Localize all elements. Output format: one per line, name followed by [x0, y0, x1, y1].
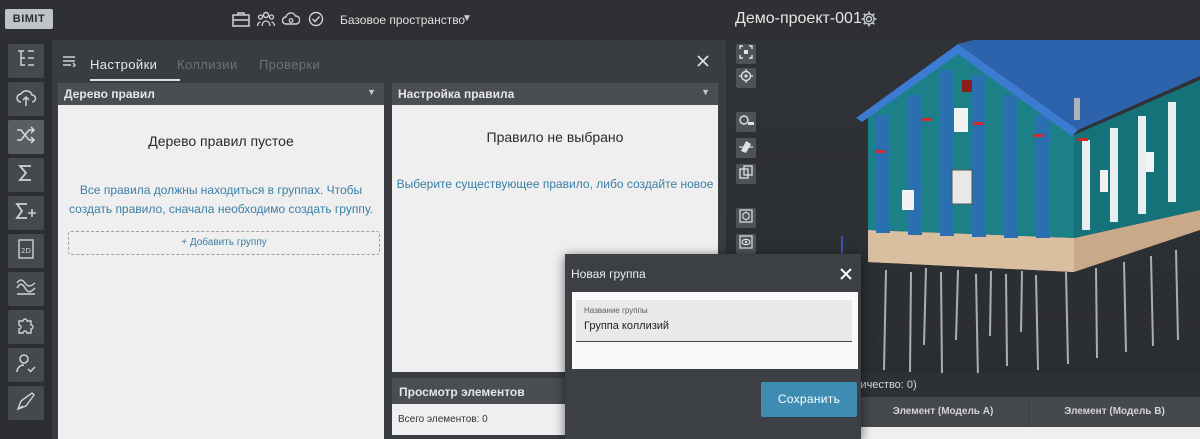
- rules-tree-pane: Дерево правил пустое Все правила должны …: [58, 105, 384, 439]
- section-plane-button[interactable]: [736, 138, 756, 158]
- cloud-settings-icon[interactable]: [282, 11, 300, 27]
- sidebar-item-rules-tree[interactable]: [8, 44, 44, 78]
- sidebar-item-2d[interactable]: 2D: [8, 234, 44, 268]
- cube-icon: [739, 208, 753, 228]
- rules-tree-header[interactable]: Дерево правил ▼: [58, 83, 384, 105]
- workspace-selector[interactable]: Базовое пространство: [340, 13, 465, 27]
- cloud-upload-icon: [15, 86, 37, 113]
- new-group-dialog: Новая группа Название группы Группа колл…: [565, 254, 861, 439]
- fit-view-button[interactable]: [736, 44, 756, 64]
- chevron-down-icon[interactable]: ▼: [462, 13, 472, 24]
- app-logo[interactable]: BIMIT: [5, 9, 53, 29]
- cube-view-button[interactable]: [736, 208, 756, 228]
- results-table-body: [858, 427, 1200, 439]
- column-element-model-b[interactable]: Элемент (Модель В): [1028, 397, 1200, 427]
- project-title: Демо-проект-001: [735, 10, 862, 27]
- tab-collisions[interactable]: Коллизии: [177, 57, 238, 72]
- rule-settings-header[interactable]: Настройка правила ▼: [392, 83, 718, 105]
- section-plane-icon: [739, 139, 753, 158]
- rule-settings-empty-title: Правило не выбрано: [486, 129, 624, 145]
- pencil-measure-icon: [15, 390, 37, 417]
- fit-view-icon: [739, 44, 753, 64]
- sidebar-item-collisions[interactable]: [8, 120, 44, 154]
- close-icon[interactable]: [839, 267, 853, 286]
- chevron-down-icon[interactable]: ▼: [367, 87, 376, 97]
- briefcase-icon[interactable]: [232, 11, 250, 27]
- rule-settings-header-label: Настройка правила: [398, 87, 515, 101]
- section-box-icon: [739, 164, 753, 184]
- shuffle-icon: [15, 124, 37, 151]
- column-element-model-a[interactable]: Элемент (Модель А): [858, 397, 1028, 427]
- users-icon[interactable]: [257, 11, 275, 27]
- tab-settings[interactable]: Настройки: [90, 57, 157, 72]
- sigma-plus-icon: [14, 200, 38, 227]
- collision-count: личество: 0): [854, 379, 917, 391]
- wave-chart-icon: [15, 276, 37, 303]
- puzzle-icon: [15, 314, 37, 341]
- rules-tree-empty-title: Дерево правил пустое: [148, 133, 294, 149]
- sidebar-item-user-check[interactable]: [8, 348, 44, 382]
- add-group-button[interactable]: + Добавить группу: [68, 231, 380, 255]
- sidebar-item-chart[interactable]: [8, 272, 44, 306]
- rule-settings-hint: Выберите существующее правило, либо созд…: [396, 177, 714, 191]
- sigma-icon: [15, 162, 37, 189]
- top-icons: [232, 11, 325, 27]
- sidebar-item-plugins[interactable]: [8, 310, 44, 344]
- top-bar: BIMIT Базовое пространство ▼ Демо-проект…: [0, 0, 1200, 40]
- visibility-button[interactable]: [736, 234, 756, 254]
- sidebar-item-sum-add[interactable]: [8, 196, 44, 230]
- elements-view-header[interactable]: Просмотр элементов: [392, 378, 566, 404]
- left-sidebar: 2D: [0, 40, 48, 439]
- sidebar-item-cloud-upload[interactable]: [8, 82, 44, 116]
- rules-tree-header-label: Дерево правил: [64, 87, 155, 101]
- gear-icon[interactable]: [860, 10, 878, 33]
- active-tab-indicator: [90, 79, 180, 81]
- svg-text:2D: 2D: [21, 247, 31, 255]
- dialog-body: Название группы Группа коллизий: [572, 292, 858, 369]
- tab-checks[interactable]: Проверки: [259, 57, 320, 72]
- tree-structure-icon: [15, 48, 37, 75]
- save-button[interactable]: Сохранить: [761, 382, 857, 417]
- results-table-header: Элемент (Модель А) Элемент (Модель В): [858, 397, 1200, 427]
- group-name-field[interactable]: Название группы Группа коллизий: [576, 300, 852, 342]
- user-check-icon: [15, 352, 37, 379]
- chevron-down-icon[interactable]: ▼: [701, 87, 710, 97]
- dialog-title: Новая группа: [571, 267, 646, 281]
- close-icon[interactable]: [696, 54, 710, 73]
- rules-tree-hint: Все правила должны находиться в группах.…: [69, 183, 373, 216]
- focus-button[interactable]: [736, 68, 756, 88]
- camera-button[interactable]: [736, 112, 756, 132]
- eye-icon: [739, 234, 753, 254]
- sidebar-item-measure[interactable]: [8, 386, 44, 420]
- sidebar-item-sum[interactable]: [8, 158, 44, 192]
- check-circle-icon[interactable]: [307, 11, 325, 27]
- elements-total: Всего элементов: 0: [392, 404, 566, 435]
- section-box-button[interactable]: [736, 164, 756, 184]
- panel-header: Настройки Коллизии Проверки: [52, 40, 726, 82]
- group-name-input[interactable]: Группа коллизий: [584, 320, 669, 332]
- group-name-label: Название группы: [584, 306, 648, 315]
- focus-icon: [739, 68, 753, 88]
- 2d-sheet-icon: 2D: [15, 238, 37, 265]
- camera-icon: [738, 113, 754, 132]
- menu-collapse-icon[interactable]: [62, 54, 77, 72]
